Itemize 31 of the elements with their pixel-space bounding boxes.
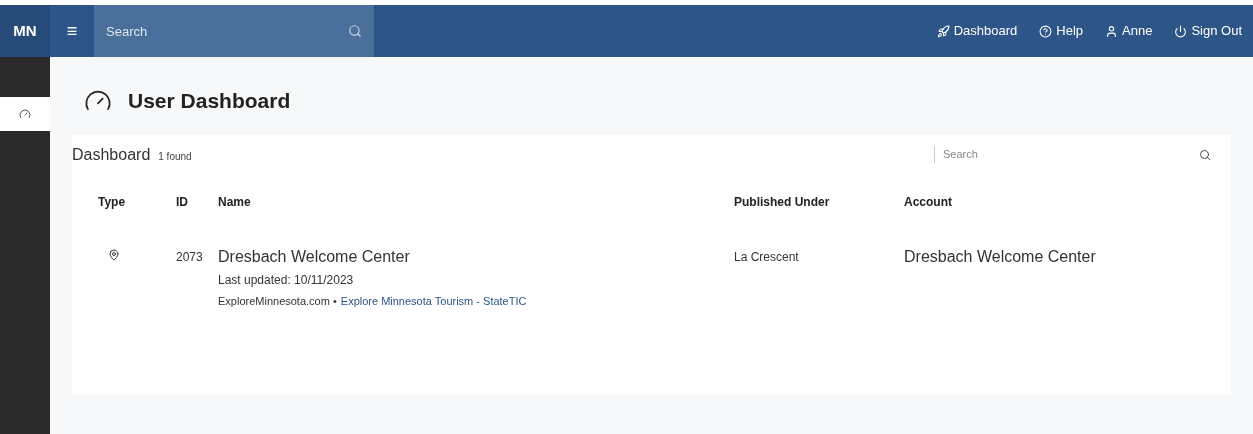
pin-icon	[108, 248, 120, 261]
column-header: Type	[98, 193, 127, 211]
result-count: 1 found	[158, 149, 192, 164]
search-icon[interactable]	[1199, 148, 1211, 161]
page-title: User Dashboard	[128, 88, 291, 114]
nav-link[interactable]: Dashboard	[936, 21, 1018, 41]
updated-date: Last updated: 10/11/2023	[218, 271, 355, 289]
menu-button[interactable]: ≡	[50, 5, 94, 57]
table-cell-text: La Crescent	[734, 248, 800, 266]
column-header: Account	[904, 193, 953, 211]
nav-link[interactable]: Help	[1039, 21, 1084, 41]
help-icon	[1039, 24, 1053, 38]
rocket-icon	[936, 24, 950, 38]
account-link[interactable]: Explore Minnesota Tourism - StateTIC	[340, 292, 527, 309]
power-icon	[1174, 24, 1188, 38]
user-icon	[1105, 24, 1119, 38]
column-header: ID	[176, 193, 189, 211]
nav-link[interactable]: Sign Out	[1174, 21, 1242, 41]
column-header: Name	[218, 193, 252, 211]
column-header: Published Under	[734, 193, 831, 211]
place-name: Dresbach Welcome Center	[218, 246, 411, 267]
search-field[interactable]: Search	[934, 146, 1159, 163]
table-cell-text: 2073	[176, 248, 204, 266]
search-field[interactable]: Search	[94, 5, 374, 57]
logo[interactable]: MN	[0, 5, 50, 57]
table-cell-text: Dresbach Welcome Center	[904, 246, 1097, 267]
site-name: ExploreMinnesota.com •	[218, 293, 337, 309]
list-title: Dashboard	[72, 144, 151, 165]
gauge-icon	[19, 108, 31, 120]
nav-link[interactable]: Anne	[1105, 21, 1153, 41]
search-icon	[348, 24, 362, 38]
